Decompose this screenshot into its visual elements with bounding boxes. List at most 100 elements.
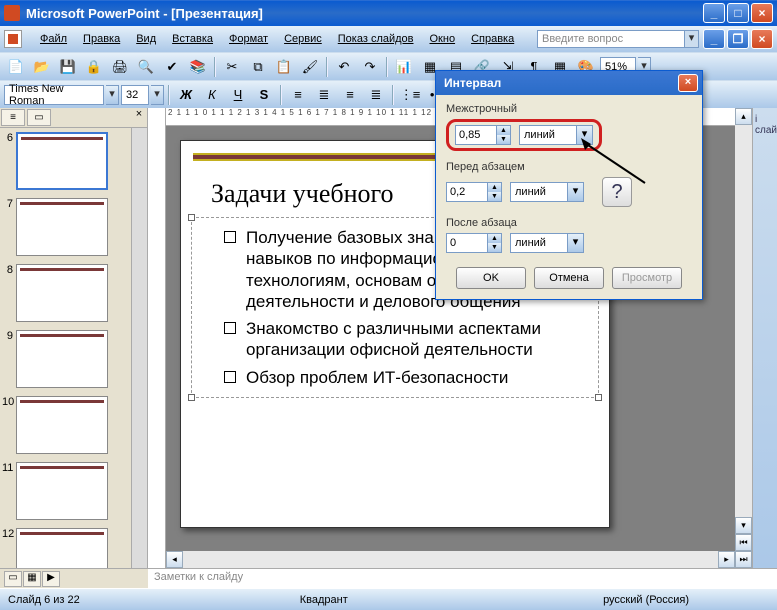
thumbnail-11[interactable]: 11 — [0, 458, 131, 524]
ask-question-dropdown[interactable]: ▾ — [685, 30, 699, 48]
after-spinner[interactable]: ▲▼ — [446, 233, 502, 253]
font-size-combo[interactable]: 32 — [121, 85, 149, 105]
menu-tools[interactable]: Сервис — [276, 30, 330, 48]
task-pane[interactable]: і слайд — [752, 108, 777, 568]
scroll-down-icon[interactable]: ▾ — [735, 517, 752, 534]
horizontal-scrollbar[interactable]: ◂ ▸ — [166, 551, 735, 568]
close-button[interactable]: × — [751, 3, 773, 23]
copy-icon[interactable]: ⧉ — [246, 56, 270, 78]
thumbnail-scrollbar[interactable] — [131, 128, 147, 568]
before-value[interactable] — [447, 183, 487, 201]
align-center-icon[interactable]: ≣ — [312, 84, 336, 106]
print-preview-icon[interactable]: 🔍 — [134, 56, 158, 78]
bullet-item[interactable]: Обзор проблем ИТ-безопасности — [224, 364, 570, 391]
spin-down-icon[interactable]: ▼ — [497, 135, 510, 144]
before-unit-select[interactable]: линий ▾ — [510, 182, 584, 202]
pane-close-icon[interactable]: × — [131, 108, 147, 127]
scroll-up-icon[interactable]: ▴ — [735, 108, 752, 125]
after-value[interactable] — [447, 234, 487, 252]
permission-icon[interactable]: 🔒 — [82, 56, 106, 78]
thumbnail-9[interactable]: 9 — [0, 326, 131, 392]
resize-handle[interactable] — [595, 394, 602, 401]
bold-icon[interactable]: Ж — [174, 84, 198, 106]
line-spacing-spinner[interactable]: ▲▼ — [455, 125, 511, 145]
resize-handle[interactable] — [188, 214, 195, 221]
thumbnail-12[interactable]: 12 — [0, 524, 131, 568]
menu-file[interactable]: Файл — [32, 30, 75, 48]
dialog-titlebar[interactable]: Интервал × — [436, 71, 702, 95]
menu-insert[interactable]: Вставка — [164, 30, 221, 48]
spin-up-icon[interactable]: ▲ — [488, 234, 501, 243]
menu-format[interactable]: Формат — [221, 30, 276, 48]
new-icon[interactable]: 📄 — [4, 56, 28, 78]
context-help-button[interactable]: ? — [602, 177, 632, 207]
maximize-button[interactable]: □ — [727, 3, 749, 23]
align-right-icon[interactable]: ≡ — [338, 84, 362, 106]
prev-slide-icon[interactable]: ⏮ — [735, 534, 752, 551]
print-icon[interactable]: 🖨 — [108, 56, 132, 78]
scroll-left-icon[interactable]: ◂ — [166, 551, 183, 568]
underline-icon[interactable]: Ч — [226, 84, 250, 106]
save-icon[interactable]: 💾 — [56, 56, 80, 78]
menu-window[interactable]: Окно — [422, 30, 464, 48]
paste-icon[interactable]: 📋 — [272, 56, 296, 78]
research-icon[interactable]: 📚 — [186, 56, 210, 78]
font-name-dropdown[interactable]: ▾ — [106, 85, 119, 105]
doc-restore-button[interactable]: ❐ — [727, 29, 749, 49]
chevron-down-icon[interactable]: ▾ — [567, 183, 583, 201]
menu-edit[interactable]: Правка — [75, 30, 128, 48]
align-justify-icon[interactable]: ≣ — [364, 84, 388, 106]
dialog-close-button[interactable]: × — [678, 74, 698, 92]
italic-icon[interactable]: К — [200, 84, 224, 106]
chevron-down-icon[interactable]: ▾ — [576, 126, 592, 144]
vertical-scrollbar[interactable]: ▴ ▾ ⏮ ⏭ — [735, 108, 752, 568]
chevron-down-icon[interactable]: ▾ — [567, 234, 583, 252]
slideshow-view-icon[interactable]: ▶ — [42, 571, 60, 587]
resize-handle[interactable] — [188, 394, 195, 401]
doc-close-button[interactable]: × — [751, 29, 773, 49]
cancel-button[interactable]: Отмена — [534, 267, 604, 289]
sorter-view-icon[interactable]: ▦ — [23, 571, 41, 587]
numbering-icon[interactable]: ⋮≡ — [398, 84, 422, 106]
thumbnail-8[interactable]: 8 — [0, 260, 131, 326]
format-painter-icon[interactable]: 🖌 — [298, 56, 322, 78]
align-left-icon[interactable]: ≡ — [286, 84, 310, 106]
spin-up-icon[interactable]: ▲ — [497, 126, 510, 135]
chart-icon[interactable]: 📊 — [392, 56, 416, 78]
menu-view[interactable]: Вид — [128, 30, 164, 48]
thumbnail-10[interactable]: 10 — [0, 392, 131, 458]
preview-button[interactable]: Просмотр — [612, 267, 682, 289]
scroll-right-icon[interactable]: ▸ — [718, 551, 735, 568]
minimize-button[interactable]: _ — [703, 3, 725, 23]
thumbnail-7[interactable]: 7 — [0, 194, 131, 260]
spin-down-icon[interactable]: ▼ — [488, 243, 501, 252]
menu-slideshow[interactable]: Показ слайдов — [330, 30, 422, 48]
thumbnail-6[interactable]: 6 — [0, 128, 131, 194]
ok-button[interactable]: OK — [456, 267, 526, 289]
after-unit-select[interactable]: линий ▾ — [510, 233, 584, 253]
outline-tab[interactable]: ≡ — [1, 109, 25, 126]
status-language[interactable]: русский (Россия) — [603, 594, 689, 606]
cut-icon[interactable]: ✂ — [220, 56, 244, 78]
normal-view-icon[interactable]: ▭ — [4, 571, 22, 587]
line-spacing-unit-select[interactable]: линий ▾ — [519, 125, 593, 145]
before-spinner[interactable]: ▲▼ — [446, 182, 502, 202]
font-size-dropdown[interactable]: ▾ — [151, 85, 164, 105]
font-name-combo[interactable]: Times New Roman — [4, 85, 104, 105]
doc-minimize-button[interactable]: _ — [703, 29, 725, 49]
spin-down-icon[interactable]: ▼ — [488, 192, 501, 201]
vertical-ruler[interactable] — [148, 108, 166, 568]
notes-pane[interactable]: Заметки к слайду — [148, 568, 777, 588]
spelling-icon[interactable]: ✔ — [160, 56, 184, 78]
undo-icon[interactable]: ↶ — [332, 56, 356, 78]
control-menu-icon[interactable] — [4, 30, 22, 48]
bullet-item[interactable]: Знакомство с различными аспектами органи… — [224, 315, 570, 364]
next-slide-icon[interactable]: ⏭ — [735, 551, 752, 568]
line-spacing-value[interactable] — [456, 126, 496, 144]
ask-question-input[interactable]: Введите вопрос — [537, 30, 685, 48]
spin-up-icon[interactable]: ▲ — [488, 183, 501, 192]
redo-icon[interactable]: ↷ — [358, 56, 382, 78]
slides-tab[interactable]: ▭ — [27, 109, 51, 126]
open-icon[interactable]: 📂 — [30, 56, 54, 78]
menu-help[interactable]: Справка — [463, 30, 522, 48]
